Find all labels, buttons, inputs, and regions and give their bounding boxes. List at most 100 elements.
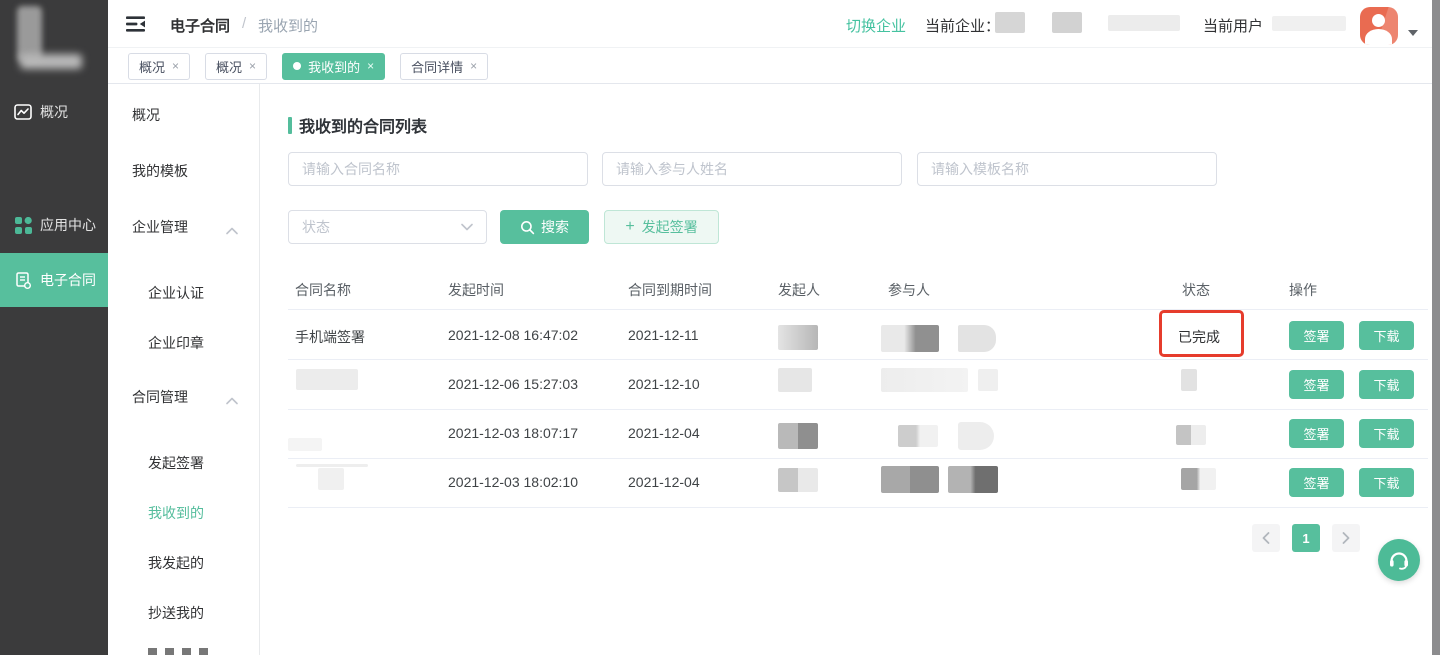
headset-icon bbox=[1387, 548, 1411, 572]
user-avatar[interactable] bbox=[1360, 7, 1398, 45]
row-divider bbox=[288, 309, 1428, 310]
redacted-initiator bbox=[778, 325, 818, 350]
start-time: 2021-12-03 18:02:10 bbox=[448, 474, 578, 490]
redacted-initiator bbox=[778, 468, 818, 492]
tab-label: 合同详情 bbox=[411, 57, 463, 76]
secondary-sidebar: 概况 我的模板 企业管理 企业认证 企业印章 合同管理 发起签署 我收到的 我发… bbox=[108, 84, 260, 655]
download-button[interactable]: 下载 bbox=[1359, 321, 1414, 350]
redacted-participant bbox=[881, 466, 939, 493]
user-menu-caret-icon[interactable] bbox=[1408, 30, 1418, 36]
redacted-participant bbox=[948, 466, 998, 493]
redacted-participant bbox=[881, 325, 939, 352]
row-divider bbox=[288, 359, 1428, 360]
search-button[interactable]: 搜索 bbox=[500, 210, 589, 244]
redacted-contract-name bbox=[288, 438, 322, 451]
redacted-contract-name bbox=[296, 464, 368, 467]
menu-item-cc-me[interactable]: 抄送我的 bbox=[148, 603, 204, 623]
chevron-down-icon bbox=[461, 223, 473, 231]
primary-sidebar: 概况 应用中心 电子合同 bbox=[0, 0, 108, 655]
col-header-participant: 参与人 bbox=[888, 280, 930, 300]
menu-item-company-seal[interactable]: 企业印章 bbox=[148, 333, 204, 353]
chevron-left-icon bbox=[1262, 532, 1270, 544]
redacted-participant bbox=[958, 422, 994, 450]
redacted-company-name bbox=[995, 12, 1025, 33]
close-icon[interactable]: × bbox=[172, 59, 179, 73]
sidebar-item-app-center[interactable]: 应用中心 bbox=[0, 208, 108, 242]
expire-time: 2021-12-04 bbox=[628, 474, 700, 490]
row-divider bbox=[288, 458, 1428, 459]
col-header-initiator: 发起人 bbox=[778, 280, 820, 300]
chevron-up-icon[interactable] bbox=[226, 222, 238, 230]
redacted-status bbox=[1176, 425, 1206, 445]
breadcrumb-separator: / bbox=[242, 15, 246, 32]
breadcrumb-root[interactable]: 电子合同 bbox=[170, 15, 230, 36]
tab-overview-2[interactable]: 概况 × bbox=[205, 53, 267, 80]
redacted-participant bbox=[958, 325, 996, 352]
sidebar-item-econtract[interactable]: 电子合同 bbox=[0, 253, 108, 307]
sidebar-item-label: 概况 bbox=[40, 102, 68, 122]
customer-service-button[interactable] bbox=[1378, 539, 1420, 581]
pagination-page-1[interactable]: 1 bbox=[1292, 524, 1320, 552]
sign-button[interactable]: 签署 bbox=[1289, 370, 1344, 399]
col-header-action: 操作 bbox=[1289, 280, 1317, 300]
page-title: 我收到的合同列表 bbox=[288, 113, 427, 137]
top-header: 电子合同 / 我收到的 切换企业 当前企业： 当前用户 bbox=[108, 0, 1440, 48]
current-user-label: 当前用户 bbox=[1203, 15, 1263, 36]
redacted-company-name bbox=[1052, 12, 1082, 33]
pagination-next-button[interactable] bbox=[1332, 524, 1360, 552]
pagination-prev-button[interactable] bbox=[1252, 524, 1280, 552]
main-content: 我收到的合同列表 状态 搜索 + 发起签署 合同名称 发起时间 合同到期时间 发… bbox=[260, 84, 1432, 655]
chevron-right-icon bbox=[1342, 532, 1350, 544]
participant-name-input[interactable] bbox=[602, 152, 902, 186]
switch-company-link[interactable]: 切换企业 bbox=[846, 15, 906, 36]
download-button[interactable]: 下载 bbox=[1359, 370, 1414, 399]
start-time: 2021-12-06 15:27:03 bbox=[448, 376, 578, 392]
tab-received[interactable]: 我收到的 × bbox=[282, 53, 385, 80]
redacted-participant bbox=[978, 369, 998, 391]
close-icon[interactable]: × bbox=[367, 59, 374, 73]
contract-name-input[interactable] bbox=[288, 152, 588, 186]
menu-item-initiate-sign[interactable]: 发起签署 bbox=[148, 453, 204, 473]
page-scrollbar[interactable] bbox=[1432, 0, 1440, 655]
sign-button[interactable]: 签署 bbox=[1289, 321, 1344, 350]
menu-item-clipped[interactable] bbox=[148, 648, 214, 655]
contract-name[interactable]: 手机端签署 bbox=[295, 327, 365, 347]
download-button[interactable]: 下载 bbox=[1359, 419, 1414, 448]
row-divider bbox=[288, 409, 1428, 410]
initiate-sign-button[interactable]: + 发起签署 bbox=[604, 210, 719, 244]
econtract-icon bbox=[14, 271, 32, 289]
tab-label: 我收到的 bbox=[308, 57, 360, 76]
download-button[interactable]: 下载 bbox=[1359, 468, 1414, 497]
col-header-expire-time: 合同到期时间 bbox=[628, 280, 712, 300]
tab-overview-1[interactable]: 概况 × bbox=[128, 53, 190, 80]
tab-contract-detail[interactable]: 合同详情 × bbox=[400, 53, 488, 80]
col-header-status: 状态 bbox=[1182, 280, 1210, 300]
redacted-participant bbox=[881, 368, 968, 392]
sidebar-item-overview[interactable]: 概况 bbox=[0, 95, 108, 129]
sign-button[interactable]: 签署 bbox=[1289, 419, 1344, 448]
overview-chart-icon bbox=[14, 103, 32, 121]
status-select[interactable]: 状态 bbox=[288, 210, 487, 244]
col-header-start-time: 发起时间 bbox=[448, 280, 504, 300]
menu-item-received[interactable]: 我收到的 bbox=[148, 503, 204, 523]
collapse-menu-icon[interactable] bbox=[126, 16, 145, 32]
template-name-input[interactable] bbox=[917, 152, 1217, 186]
redacted-participant bbox=[898, 425, 938, 447]
redacted-contract-name bbox=[318, 468, 344, 490]
menu-item-initiated[interactable]: 我发起的 bbox=[148, 553, 204, 573]
sign-button[interactable]: 签署 bbox=[1289, 468, 1344, 497]
close-icon[interactable]: × bbox=[249, 59, 256, 73]
menu-item-my-templates[interactable]: 我的模板 bbox=[132, 161, 188, 181]
app-center-icon bbox=[14, 216, 32, 234]
menu-group-company-mgmt[interactable]: 企业管理 bbox=[132, 217, 188, 237]
sidebar-item-label: 电子合同 bbox=[40, 270, 96, 290]
redacted-initiator bbox=[778, 368, 812, 392]
redacted-user-name bbox=[1272, 16, 1346, 31]
menu-group-contract-mgmt[interactable]: 合同管理 bbox=[132, 387, 188, 407]
menu-item-company-cert[interactable]: 企业认证 bbox=[148, 283, 204, 303]
menu-item-overview[interactable]: 概况 bbox=[132, 105, 160, 125]
start-time: 2021-12-03 18:07:17 bbox=[448, 425, 578, 441]
chevron-up-icon[interactable] bbox=[226, 392, 238, 400]
expire-time: 2021-12-10 bbox=[628, 376, 700, 392]
close-icon[interactable]: × bbox=[470, 59, 477, 73]
